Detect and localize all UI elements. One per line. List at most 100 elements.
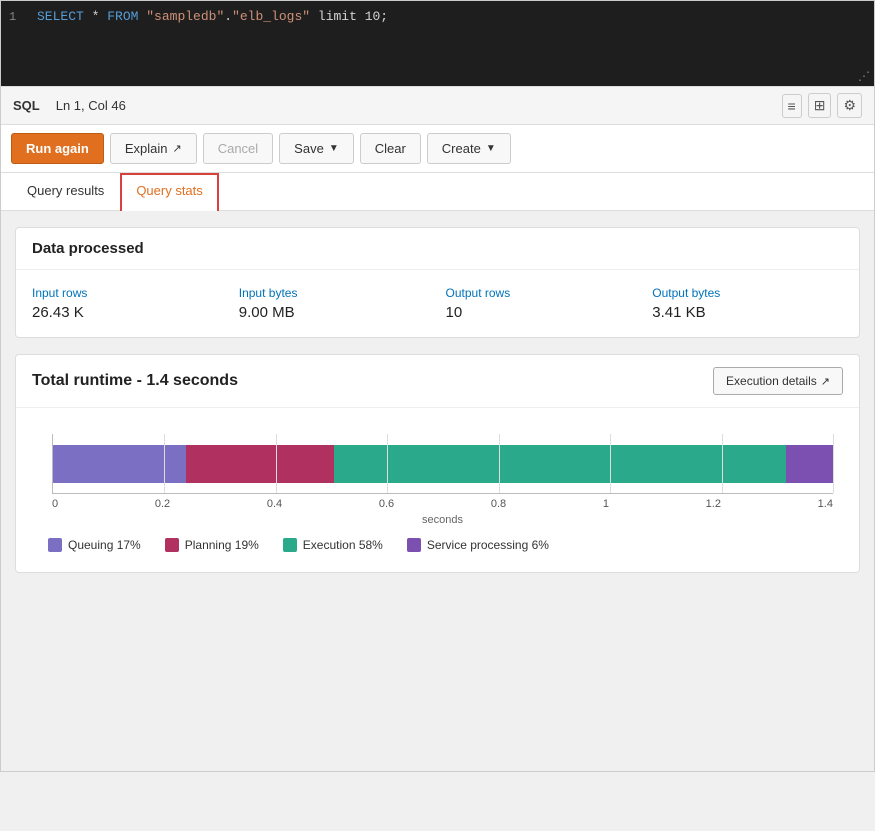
- clear-label: Clear: [375, 141, 406, 156]
- stat-input-bytes-label: Input bytes: [239, 286, 430, 300]
- settings-icon: ⚙: [843, 97, 856, 114]
- toolbar: Run again Explain ↗ Cancel Save ▼ Clear …: [1, 125, 874, 173]
- runtime-header: Total runtime - 1.4 seconds Execution de…: [16, 355, 859, 408]
- legend-color-service-processing: [407, 538, 421, 552]
- cursor-position: Ln 1, Col 46: [56, 98, 126, 113]
- save-button[interactable]: Save ▼: [279, 133, 354, 164]
- data-processed-body: Input rows 26.43 K Input bytes 9.00 MB O…: [16, 270, 859, 337]
- stat-output-bytes-value: 3.41 KB: [652, 304, 843, 321]
- stat-input-bytes-value: 9.00 MB: [239, 304, 430, 321]
- bar-queuing: [53, 445, 186, 483]
- runtime-card: Total runtime - 1.4 seconds Execution de…: [15, 354, 860, 573]
- execution-details-label: Execution details: [726, 374, 817, 388]
- grid-line-5: [610, 434, 611, 493]
- stats-grid: Input rows 26.43 K Input bytes 9.00 MB O…: [32, 286, 843, 321]
- sql-editor[interactable]: 1 SELECT * FROM "sampledb"."elb_logs" li…: [1, 1, 874, 86]
- x-axis-labels: 0 0.2 0.4 0.6 0.8 1 1.2 1.4: [52, 498, 833, 510]
- chart-area: 0 0.2 0.4 0.6 0.8 1 1.2 1.4 seconds: [16, 408, 859, 572]
- chart-plot-area: [52, 434, 833, 494]
- clear-button[interactable]: Clear: [360, 133, 421, 164]
- table-icon: ⊞: [814, 97, 826, 114]
- explain-icon: ↗: [172, 142, 181, 155]
- tab-query-stats[interactable]: Query stats: [120, 173, 218, 211]
- explain-button[interactable]: Explain ↗: [110, 133, 197, 164]
- status-left: SQL Ln 1, Col 46: [13, 98, 126, 113]
- bar-execution: [334, 445, 786, 483]
- x-axis-label: seconds: [52, 514, 833, 526]
- create-label: Create: [442, 141, 481, 156]
- run-again-label: Run again: [26, 141, 89, 156]
- execution-details-button[interactable]: Execution details ↗: [713, 367, 843, 395]
- grid-line-2: [276, 434, 277, 493]
- settings-button[interactable]: ⚙: [837, 93, 862, 118]
- stat-output-rows: Output rows 10: [446, 286, 637, 321]
- bars-row: [53, 434, 833, 493]
- legend-queuing: Queuing 17%: [48, 538, 141, 552]
- table-button[interactable]: ⊞: [808, 93, 832, 118]
- grid-line-7: [833, 434, 834, 493]
- explain-label: Explain: [125, 141, 168, 156]
- format-button[interactable]: ≡: [782, 94, 802, 118]
- cancel-button[interactable]: Cancel: [203, 133, 273, 164]
- status-bar: SQL Ln 1, Col 46 ≡ ⊞ ⚙: [1, 86, 874, 125]
- grid-line-6: [722, 434, 723, 493]
- bar-service-processing: [786, 445, 833, 483]
- chart-container: 0 0.2 0.4 0.6 0.8 1 1.2 1.4 seconds: [32, 434, 843, 564]
- tab-query-results-label: Query results: [27, 183, 104, 198]
- runtime-title: Total runtime - 1.4 seconds: [32, 372, 238, 390]
- main-container: 1 SELECT * FROM "sampledb"."elb_logs" li…: [0, 0, 875, 772]
- stat-output-rows-value: 10: [446, 304, 637, 321]
- bar-planning: [186, 445, 334, 483]
- stat-input-rows: Input rows 26.43 K: [32, 286, 223, 321]
- format-icon: ≡: [788, 98, 796, 114]
- data-processed-card: Data processed Input rows 26.43 K Input …: [15, 227, 860, 338]
- editor-line-1: 1 SELECT * FROM "sampledb"."elb_logs" li…: [1, 7, 874, 26]
- data-processed-header: Data processed: [16, 228, 859, 270]
- resize-handle[interactable]: ⋰: [858, 69, 870, 84]
- x-label-0: 0: [52, 498, 58, 510]
- execution-details-icon: ↗: [821, 375, 830, 388]
- legend-planning: Planning 19%: [165, 538, 259, 552]
- line-number: 1: [9, 9, 37, 24]
- save-label: Save: [294, 141, 324, 156]
- create-caret-icon: ▼: [486, 143, 496, 154]
- grid-line-4: [499, 434, 500, 493]
- chart-legend: Queuing 17% Planning 19% Execution 58%: [32, 526, 843, 564]
- x-label-5: 1: [603, 498, 609, 510]
- stat-output-rows-label: Output rows: [446, 286, 637, 300]
- x-label-6: 1.2: [706, 498, 721, 510]
- x-label-2: 0.4: [267, 498, 282, 510]
- cancel-label: Cancel: [218, 141, 258, 156]
- stat-input-rows-label: Input rows: [32, 286, 223, 300]
- stat-input-rows-value: 26.43 K: [32, 304, 223, 321]
- legend-color-planning: [165, 538, 179, 552]
- sql-code: SELECT * FROM "sampledb"."elb_logs" limi…: [37, 9, 388, 24]
- chart-grid-area: 0 0.2 0.4 0.6 0.8 1 1.2 1.4 seconds: [52, 434, 833, 526]
- create-button[interactable]: Create ▼: [427, 133, 511, 164]
- x-label-3: 0.6: [379, 498, 394, 510]
- legend-execution: Execution 58%: [283, 538, 383, 552]
- legend-label-queuing: Queuing 17%: [68, 538, 141, 552]
- tab-query-stats-label: Query stats: [136, 183, 202, 198]
- run-again-button[interactable]: Run again: [11, 133, 104, 164]
- data-processed-title: Data processed: [32, 240, 843, 257]
- tabs-bar: Query results Query stats: [1, 173, 874, 211]
- content-area: Data processed Input rows 26.43 K Input …: [1, 211, 874, 771]
- grid-line-1: [164, 434, 165, 493]
- x-label-7: 1.4: [818, 498, 833, 510]
- legend-service-processing: Service processing 6%: [407, 538, 549, 552]
- grid-line-3: [387, 434, 388, 493]
- stat-output-bytes-label: Output bytes: [652, 286, 843, 300]
- status-icons: ≡ ⊞ ⚙: [782, 93, 862, 118]
- save-caret-icon: ▼: [329, 143, 339, 154]
- x-label-4: 0.8: [491, 498, 506, 510]
- legend-label-planning: Planning 19%: [185, 538, 259, 552]
- stat-input-bytes: Input bytes 9.00 MB: [239, 286, 430, 321]
- legend-color-queuing: [48, 538, 62, 552]
- tab-query-results[interactable]: Query results: [11, 173, 120, 211]
- legend-color-execution: [283, 538, 297, 552]
- legend-label-execution: Execution 58%: [303, 538, 383, 552]
- sql-label: SQL: [13, 98, 40, 113]
- stat-output-bytes: Output bytes 3.41 KB: [652, 286, 843, 321]
- x-label-1: 0.2: [155, 498, 170, 510]
